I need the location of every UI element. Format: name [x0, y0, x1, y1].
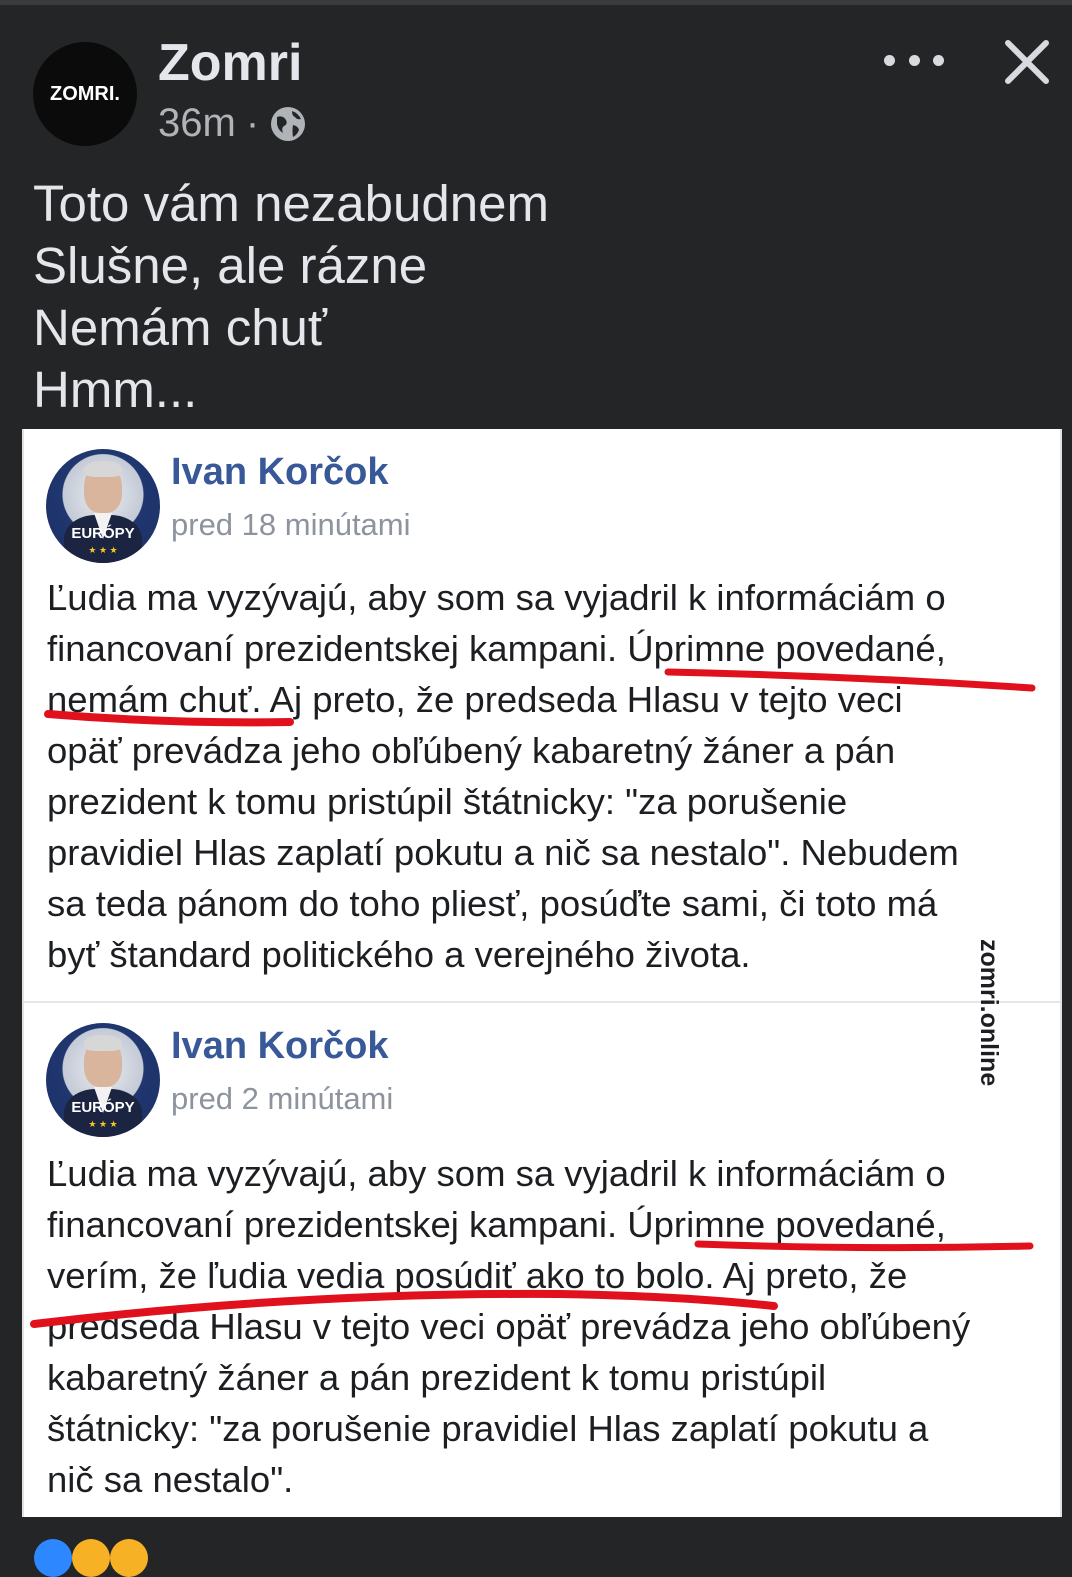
caption-line: Toto vám nezabudnem — [33, 175, 549, 232]
text-line: pravidiel Hlas zaplatí pokutu a nič sa n… — [47, 832, 959, 873]
caption-line: Nemám chuť — [33, 299, 328, 356]
stars-icon: ★ ★ ★ — [88, 545, 118, 555]
author-name: Ivan Korčok — [171, 451, 389, 493]
like-reaction-icon[interactable] — [34, 1539, 72, 1577]
text-line: financovaní prezidentskej kampani. Úprim… — [47, 628, 946, 669]
text-line: sa teda pánom do toho pliesť, posúďte sa… — [47, 883, 938, 924]
text-line: štátnicky: "za porušenie pravidiel Hlas … — [47, 1408, 929, 1449]
text-line: prezident k tomu pristúpil štátnicky: "z… — [47, 781, 848, 822]
dot-icon — [933, 54, 944, 66]
author-avatar: EURÓPY ★ ★ ★ — [46, 1023, 160, 1137]
quoted-post: EURÓPY ★ ★ ★ Ivan Korčok pred 2 minútami… — [24, 1003, 1060, 1517]
text-line: nemám chuť. Aj preto, že predseda Hlasu … — [47, 679, 903, 720]
post-time[interactable]: 36m — [158, 101, 236, 146]
avatar-badge: EURÓPY — [71, 1099, 135, 1116]
author-name: Ivan Korčok — [171, 1025, 389, 1067]
post-caption: Toto vám nezabudnem Slušne, ale rázne Ne… — [33, 173, 549, 421]
close-icon[interactable] — [1002, 37, 1052, 87]
dot-icon — [884, 54, 895, 66]
text-line: Ľudia ma vyzývajú, aby som sa vyjadril k… — [47, 577, 946, 618]
globe-icon — [271, 106, 306, 141]
haha-reaction-icon[interactable] — [72, 1539, 110, 1577]
shared-image[interactable]: EURÓPY ★ ★ ★ Ivan Korčok pred 18 minútam… — [22, 429, 1062, 1517]
watermark: zomri.online — [975, 939, 1003, 1087]
page-name[interactable]: Zomri — [158, 33, 302, 93]
caption-line: Slušne, ale rázne — [33, 237, 428, 294]
text-line: financovaní prezidentskej kampani. Úprim… — [47, 1204, 946, 1245]
text-line: nič sa nestalo". — [47, 1459, 294, 1500]
text-line: byť štandard politického a verejného živ… — [47, 934, 751, 975]
quoted-post: EURÓPY ★ ★ ★ Ivan Korčok pred 18 minútam… — [24, 429, 1060, 1001]
text-line: Ľudia ma vyzývajú, aby som sa vyjadril k… — [47, 1153, 946, 1194]
meta-separator: · — [245, 101, 260, 145]
avatar-badge: EURÓPY — [71, 525, 135, 542]
caption-line: Hmm... — [33, 361, 198, 418]
post-time: pred 18 minútami — [171, 507, 411, 542]
post-time: pred 2 minútami — [171, 1081, 394, 1116]
author-avatar: EURÓPY ★ ★ ★ — [46, 449, 160, 563]
stars-icon: ★ ★ ★ — [88, 1119, 118, 1129]
text-line: predseda Hlasu v tejto veci opäť prevádz… — [47, 1306, 971, 1347]
reactions-bar — [0, 1517, 1072, 1577]
post-text: Ľudia ma vyzývajú, aby som sa vyjadril k… — [47, 572, 959, 980]
post-meta: 36m · — [158, 101, 307, 146]
text-line: opäť prevádza jeho obľúbený kabaretný žá… — [47, 730, 896, 771]
wow-reaction-icon[interactable] — [110, 1539, 148, 1577]
text-line: verím, že ľudia vedia posúdiť ako to bol… — [47, 1255, 908, 1296]
post-header: ZOMRI. Zomri 36m · Toto vám nezabudnem S… — [0, 5, 1072, 429]
text-line: kabaretný žáner a pán prezident k tomu p… — [47, 1357, 827, 1398]
more-options-button[interactable] — [884, 45, 944, 75]
post-text: Ľudia ma vyzývajú, aby som sa vyjadril k… — [47, 1148, 970, 1505]
page-avatar[interactable]: ZOMRI. — [33, 42, 137, 146]
dot-icon — [908, 54, 920, 66]
